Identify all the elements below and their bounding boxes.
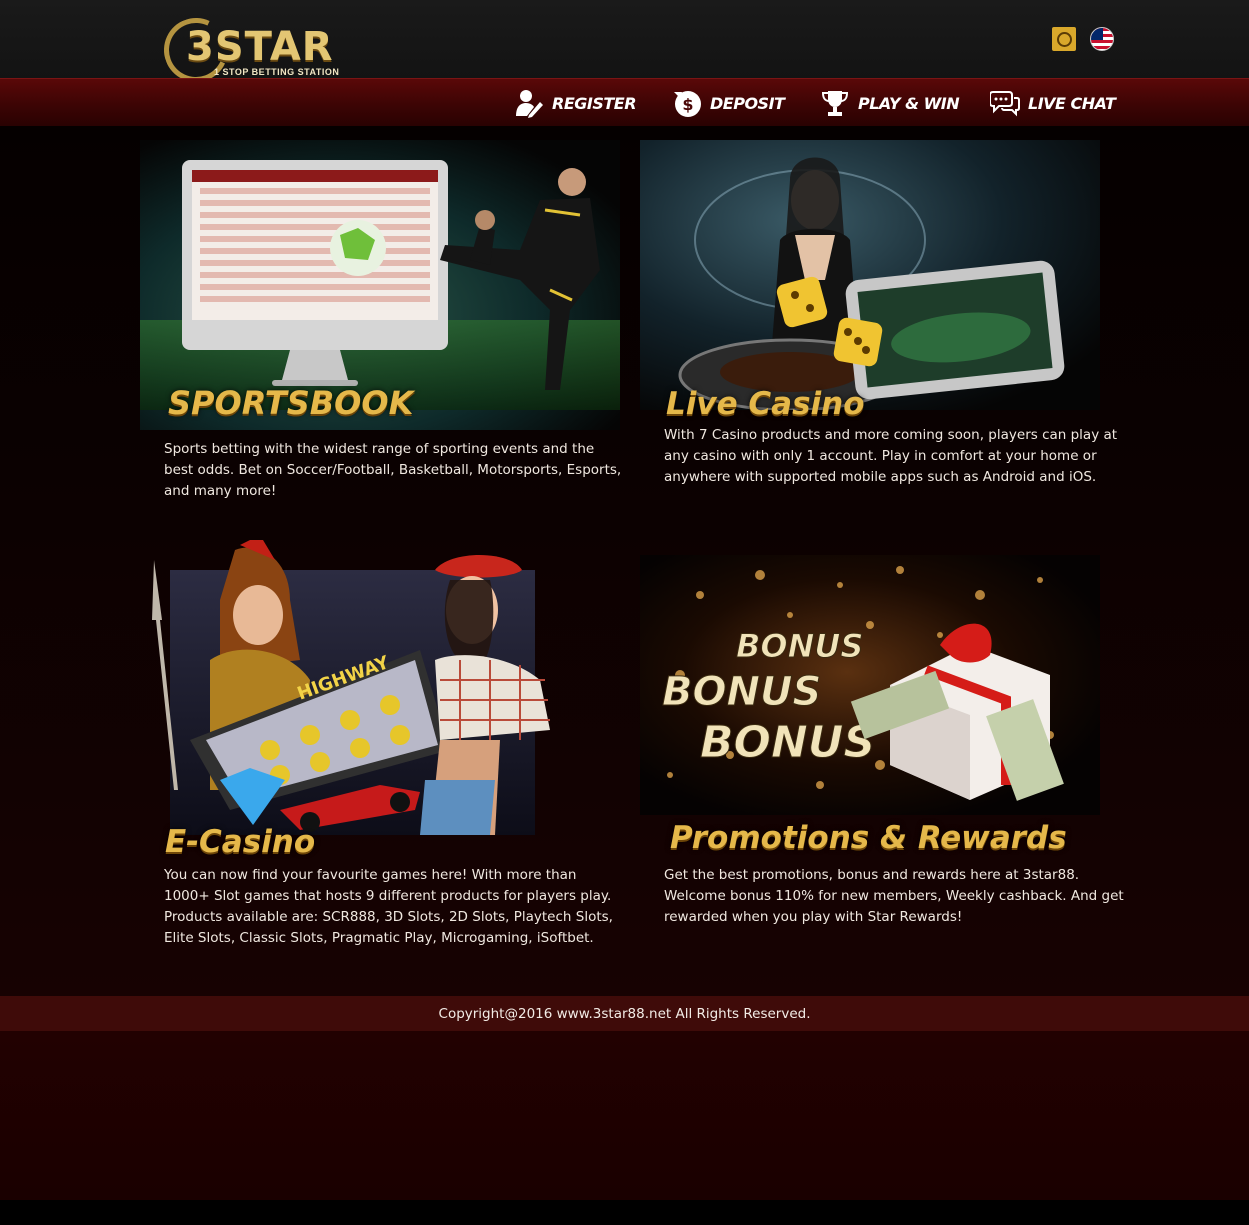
bonus-word-3: BONUS [700,717,875,768]
nav-deposit-label: DEPOSIT [710,93,785,113]
nav-live-chat[interactable]: LIVE CHAT [990,87,1116,119]
nav-play-win[interactable]: PLAY & WIN [820,87,960,119]
promotions-banner[interactable]: BONUS BONUS BONUS [640,555,1100,815]
logo-wordmark: 3STAR [186,24,334,70]
promotions-description: Get the best promotions, bonus and rewar… [664,867,1124,925]
bonus-word-2: BONUS [662,669,821,715]
money-bag-icon: $ [672,88,702,118]
chinese-language-icon[interactable] [1052,27,1076,51]
ecasino-title: E-Casino [165,824,316,860]
header: 3STAR 1 STOP BETTING STATION [0,0,1249,92]
copyright-text: Copyright@2016 www.3star88.net All Right… [438,1005,811,1022]
nav-deposit[interactable]: $ DEPOSIT [672,87,785,119]
live-casino-banner[interactable] [640,140,1100,410]
malaysia-flag-icon[interactable] [1090,27,1114,51]
live-casino-description: With 7 Casino products and more coming s… [664,427,1118,485]
nav-play-win-label: PLAY & WIN [858,93,960,113]
svg-text:$: $ [682,95,693,114]
logo-tagline: 1 STOP BETTING STATION [214,67,340,77]
page-bottom-area [0,1031,1249,1200]
sportsbook-title: SPORTSBOOK [168,384,414,422]
ecasino-description: You can now find your favourite games he… [164,867,613,946]
sportsbook-description: Sports betting with the widest range of … [164,441,622,499]
live-casino-title: Live Casino [666,386,865,422]
ecasino-banner[interactable]: HIGHWAY [150,540,580,835]
promotions-title: Promotions & Rewards [670,820,1067,856]
chat-bubbles-icon [990,88,1020,118]
nav-register[interactable]: REGISTER [514,87,637,119]
user-pen-icon [514,88,544,118]
page-bottom-strip [0,1200,1249,1225]
trophy-icon [820,88,850,118]
nav-live-chat-label: LIVE CHAT [1028,93,1116,113]
main-nav: REGISTER $ DEPOSIT PLAY & WIN LIVE CHAT [0,78,1249,126]
nav-register-label: REGISTER [552,93,637,113]
footer: Copyright@2016 www.3star88.net All Right… [0,996,1249,1031]
bonus-word-1: BONUS [736,627,863,665]
